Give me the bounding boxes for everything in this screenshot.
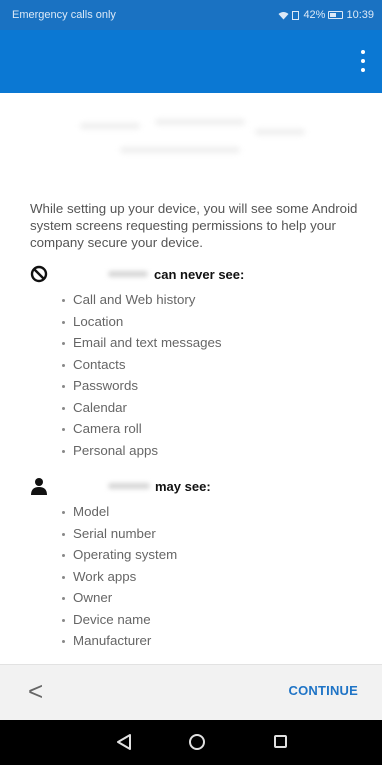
list-item: Contacts [0,354,382,376]
continue-button[interactable]: CONTINUE [289,683,359,698]
app-bar [0,30,382,93]
nav-recents-icon[interactable] [274,735,287,748]
wifi-icon [278,11,289,19]
person-icon [31,478,47,495]
list-item: Manufacturer [0,630,382,652]
signal-icon [292,10,300,20]
list-item: Model [0,501,382,523]
intro-text: While setting up your device, you will s… [30,201,358,250]
blurred-company-name [108,271,148,277]
never-see-list: Call and Web history Location Email and te… [0,289,382,461]
list-item: Camera roll [0,418,382,440]
carrier-text: Emergency calls only [12,9,116,21]
blurred-company-name [108,483,150,489]
may-see-list: Model Serial number Operating system Work a… [0,501,382,652]
list-item: Calendar [0,397,382,419]
list-item: Serial number [0,523,382,545]
block-icon [30,265,48,283]
nav-home-icon[interactable] [189,734,205,750]
bottom-action-bar: < CONTINUE [0,664,382,720]
list-item: Device name [0,609,382,631]
status-bar: Emergency calls only 42% 10:39 [0,0,382,30]
battery-icon [328,11,344,19]
nav-back-icon[interactable] [116,733,132,751]
android-nav-bar [0,720,382,765]
list-item: Email and text messages [0,332,382,354]
blurred-header [60,115,310,170]
privacy-content: While setting up your device, you will s… [0,200,382,652]
never-see-header: can never see: [0,265,382,287]
more-vert-icon[interactable] [356,50,370,72]
list-item: Owner [0,587,382,609]
list-item: Personal apps [0,440,382,462]
list-item: Passwords [0,375,382,397]
list-item: Location [0,311,382,333]
never-see-label: can never see: [154,267,245,282]
list-item: Work apps [0,566,382,588]
list-item: Operating system [0,544,382,566]
battery-percent: 42% [303,9,326,21]
list-item: Call and Web history [0,289,382,311]
may-see-label: may see: [155,479,211,494]
status-icons: 42% 10:39 [278,9,374,21]
back-button[interactable]: < [28,678,50,704]
clock: 10:39 [346,9,374,21]
screen: Emergency calls only 42% 10:39 While set… [0,0,382,765]
may-see-header: may see: [0,477,382,499]
